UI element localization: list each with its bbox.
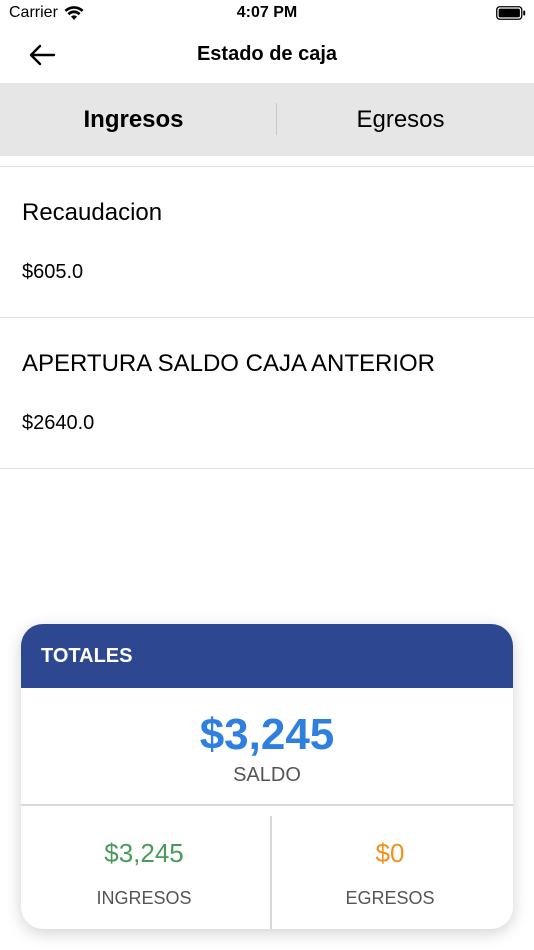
egresos-value: $0 [375, 838, 405, 868]
battery-icon [496, 6, 526, 20]
tab-bar: Ingresos Egresos [0, 83, 534, 156]
item-title: APERTURA SALDO CAJA ANTERIOR [22, 350, 436, 377]
list-item[interactable]: Recaudacion $605.0 [0, 167, 534, 318]
totals-header: TOTALES [21, 624, 513, 688]
item-amount: $2640.0 [22, 412, 95, 434]
tab-egresos[interactable]: Egresos [267, 83, 534, 156]
ingresos-total: $3,245 INGRESOS [21, 806, 267, 929]
ingresos-value: $3,245 [104, 838, 184, 868]
status-time: 4:07 PM [236, 4, 298, 21]
page-title: Estado de caja [196, 43, 338, 65]
egresos-total: $0 EGRESOS [267, 806, 513, 929]
status-bar: Carrier 4:07 PM [0, 0, 534, 28]
list-item[interactable]: APERTURA SALDO CAJA ANTERIOR $2640.0 [0, 318, 534, 469]
saldo-section: $3,245 SALDO [21, 688, 513, 806]
totals-split: $3,245 INGRESOS $0 EGRESOS [21, 806, 513, 929]
ingresos-list: Recaudacion $605.0 APERTURA SALDO CAJA A… [0, 167, 534, 469]
saldo-value: $3,245 [199, 710, 335, 759]
item-amount: $605.0 [22, 261, 84, 283]
totals-divider [270, 816, 272, 929]
tab-divider [276, 103, 277, 135]
saldo-label: SALDO [233, 764, 301, 786]
item-title: Recaudacion [22, 199, 163, 226]
totals-card: TOTALES $3,245 SALDO $3,245 INGRESOS $0 … [21, 624, 513, 929]
tab-ingresos[interactable]: Ingresos [0, 83, 267, 156]
egresos-label: EGRESOS [345, 888, 435, 908]
nav-bar: Estado de caja [0, 28, 534, 82]
ingresos-label: INGRESOS [96, 888, 192, 908]
